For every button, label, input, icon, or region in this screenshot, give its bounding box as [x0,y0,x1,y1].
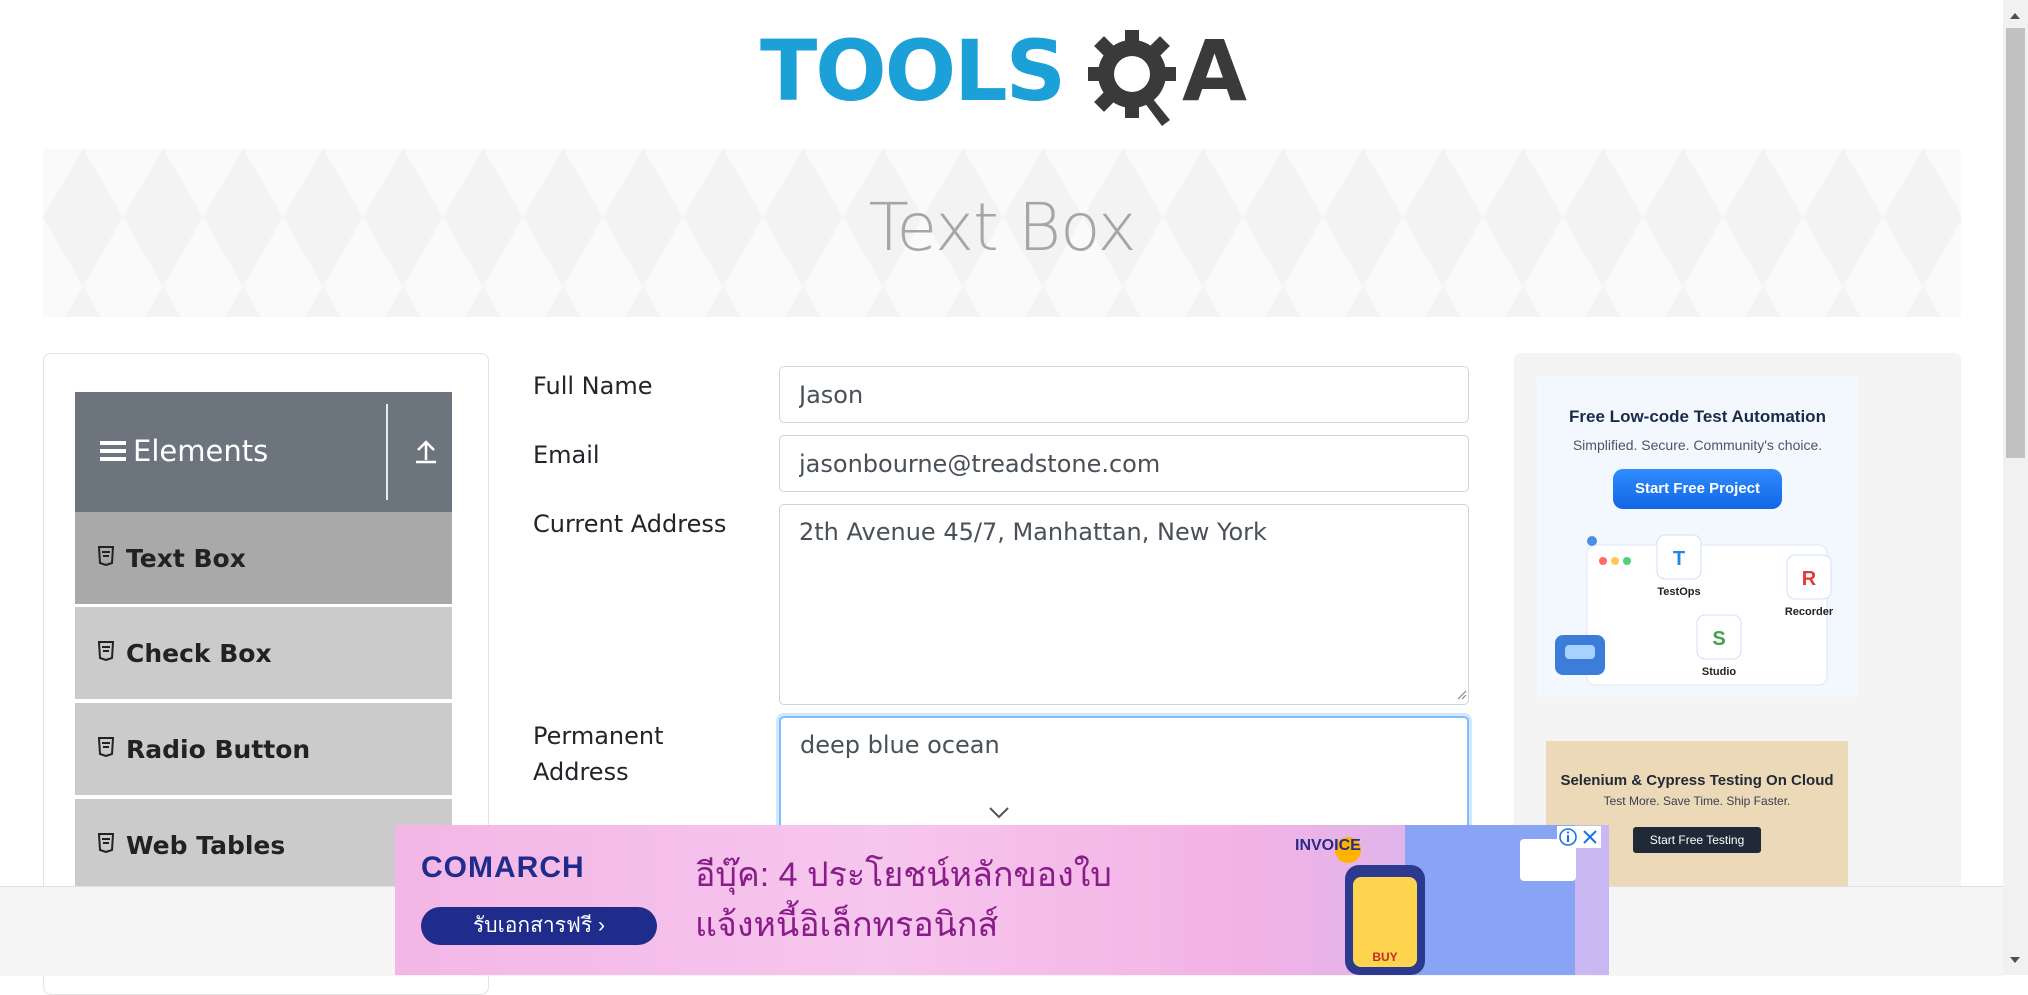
ad-title: Free Low-code Test Automation [1569,407,1826,426]
full-name-label: Full Name [533,372,653,400]
current-address-label: Current Address [533,510,727,538]
page-title: Text Box [868,189,1136,266]
ad-invoice-label: INVOICE [1295,837,1361,854]
katalon-ad[interactable]: Free Low-code Test Automation Simplified… [1537,377,1858,697]
hamburger-icon [100,441,126,461]
sidebar-item-label: Radio Button [126,735,311,764]
product-label: TestOps [1657,586,1700,598]
ad-title: Selenium & Cypress Testing On Cloud [1560,772,1834,789]
divider [386,404,388,500]
ad-subtitle: Test More. Save Time. Ship Faster. [1603,794,1791,808]
katalon-illustration: T TestOps R Recorder S Studio [1555,534,1834,686]
sidebar-group-title: Elements [133,434,269,468]
email-input[interactable] [779,435,1469,492]
page-banner: Text Box [43,149,1961,317]
html-file-icon [98,546,114,566]
close-icon[interactable] [1583,830,1597,844]
collapse-up-icon[interactable] [411,436,441,466]
html-file-icon [98,641,114,661]
sidebar-item-check-box[interactable]: Check Box [75,607,452,701]
product-label: Recorder [1785,606,1834,618]
logo-text-a: A [1182,22,1247,120]
svg-text:T: T [1673,548,1685,570]
sidebar-item-label: Web Tables [126,831,286,860]
comarch-ad[interactable]: COMARCH รับเอกสารฟรี › อีบุ๊ค: 4 ประโยชน… [395,825,1609,975]
sidebar-group-elements[interactable]: Elements [75,392,452,512]
permanent-address-textarea[interactable]: deep blue ocean [779,716,1469,836]
ad-brand: COMARCH [421,851,585,884]
ad-subtitle: Simplified. Secure. Community's choice. [1572,437,1823,453]
current-address-textarea[interactable]: 2th Avenue 45/7, Manhattan, New York [779,504,1469,705]
resize-grip-icon[interactable] [1455,688,1467,700]
permanent-address-label: Permanent Address [533,718,664,790]
svg-text:R: R [1802,568,1817,590]
sidebar-item-label: Text Box [126,544,246,573]
start-free-project-button[interactable]: Start Free Project [1613,469,1782,509]
permanent-address-label-line1: Permanent [533,722,664,750]
email-label: Email [533,441,600,469]
product-label: Studio [1702,666,1736,678]
scroll-up-arrow-icon[interactable] [2007,8,2023,24]
start-free-testing-button[interactable]: Start Free Testing [1633,827,1761,853]
full-name-input[interactable] [779,366,1469,423]
info-icon[interactable] [1559,828,1577,846]
gear-icon [1088,30,1176,126]
toolsqa-logo[interactable]: TOOLS A [760,22,1250,138]
sidebar-item-label: Check Box [126,639,272,668]
html-file-icon [98,833,114,853]
ad-cta-button[interactable]: รับเอกสารฟรี › [421,907,657,945]
ad-headline-line2: แจ้งหนี้อิเล็กทรอนิกส์ [695,906,999,944]
ad-choices[interactable] [1557,826,1601,848]
permanent-address-label-line2: Address [533,758,629,786]
scrollbar-thumb[interactable] [2006,28,2025,458]
html-file-icon [98,737,114,757]
ad-headline-line1: อีบุ๊ค: 4 ประโยชน์หลักของใบ [695,856,1112,894]
logo-text-tools: TOOLS [760,22,1064,120]
svg-text:S: S [1712,628,1725,650]
chevron-down-icon[interactable] [988,806,1010,820]
cart-label: BUY [1372,950,1397,964]
sidebar-item-radio-button[interactable]: Radio Button [75,703,452,797]
invoice-illustration: BUY [1335,825,1576,975]
sidebar-item-text-box[interactable]: Text Box [75,512,452,606]
scroll-down-arrow-icon[interactable] [2007,952,2023,968]
